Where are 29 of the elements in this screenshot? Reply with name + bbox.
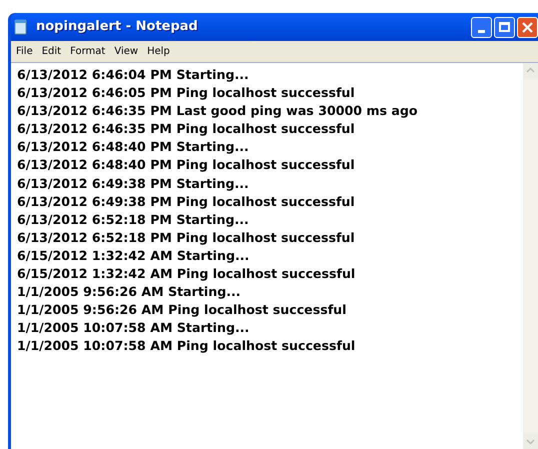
minimize-button[interactable] [471, 16, 492, 38]
menu-item[interactable]: Edit [38, 44, 66, 59]
log-line: 6/13/2012 6:52:18 PM Starting... [17, 210, 249, 229]
minimize-icon [478, 30, 485, 32]
log-line: 6/13/2012 6:46:35 PM Ping localhost successful [17, 120, 355, 138]
menu-item[interactable]: View [110, 44, 142, 59]
notepad-icon [14, 19, 28, 35]
log-line: 6/13/2012 6:48:40 PM Starting... [17, 138, 249, 156]
log-line: 1/1/2005 10:07:58 AM Ping localhost successful [17, 337, 356, 356]
log-line: 6/13/2012 6:49:38 PM Starting... [17, 174, 249, 193]
log-line: 1/1/2005 10:07:58 AM Starting... [17, 319, 250, 338]
log-line: 6/13/2012 6:52:18 PM Ping localhost successful [17, 228, 355, 247]
menu-item[interactable]: Format [66, 44, 110, 59]
log-line: 6/15/2012 1:32:42 AM Ping localhost successful [17, 265, 356, 284]
maximize-icon [499, 22, 510, 32]
close-button[interactable] [517, 16, 538, 38]
menu-item[interactable]: Help [143, 44, 174, 59]
log-line: 6/13/2012 6:46:05 PM Ping localhost successful [17, 84, 355, 102]
log-line: 6/13/2012 6:46:04 PM Starting... [17, 66, 249, 84]
menu-item[interactable]: File [12, 44, 37, 59]
window-title: nopingalert - Notepad [36, 18, 198, 36]
maximize-button[interactable] [494, 16, 515, 38]
log-line: 6/15/2012 1:32:42 AM Starting... [17, 246, 250, 265]
log-line: 6/13/2012 6:46:35 PM Last good ping was 30000 ms ago [17, 102, 418, 120]
log-line: 1/1/2005 9:56:26 AM Starting... [17, 283, 241, 302]
close-icon [522, 22, 533, 32]
log-line: 1/1/2005 9:56:26 AM Ping localhost successful [17, 301, 346, 320]
log-line: 6/13/2012 6:48:40 PM Ping localhost successful [17, 156, 355, 174]
log-line: 6/13/2012 6:49:38 PM Ping localhost successful [17, 192, 355, 211]
